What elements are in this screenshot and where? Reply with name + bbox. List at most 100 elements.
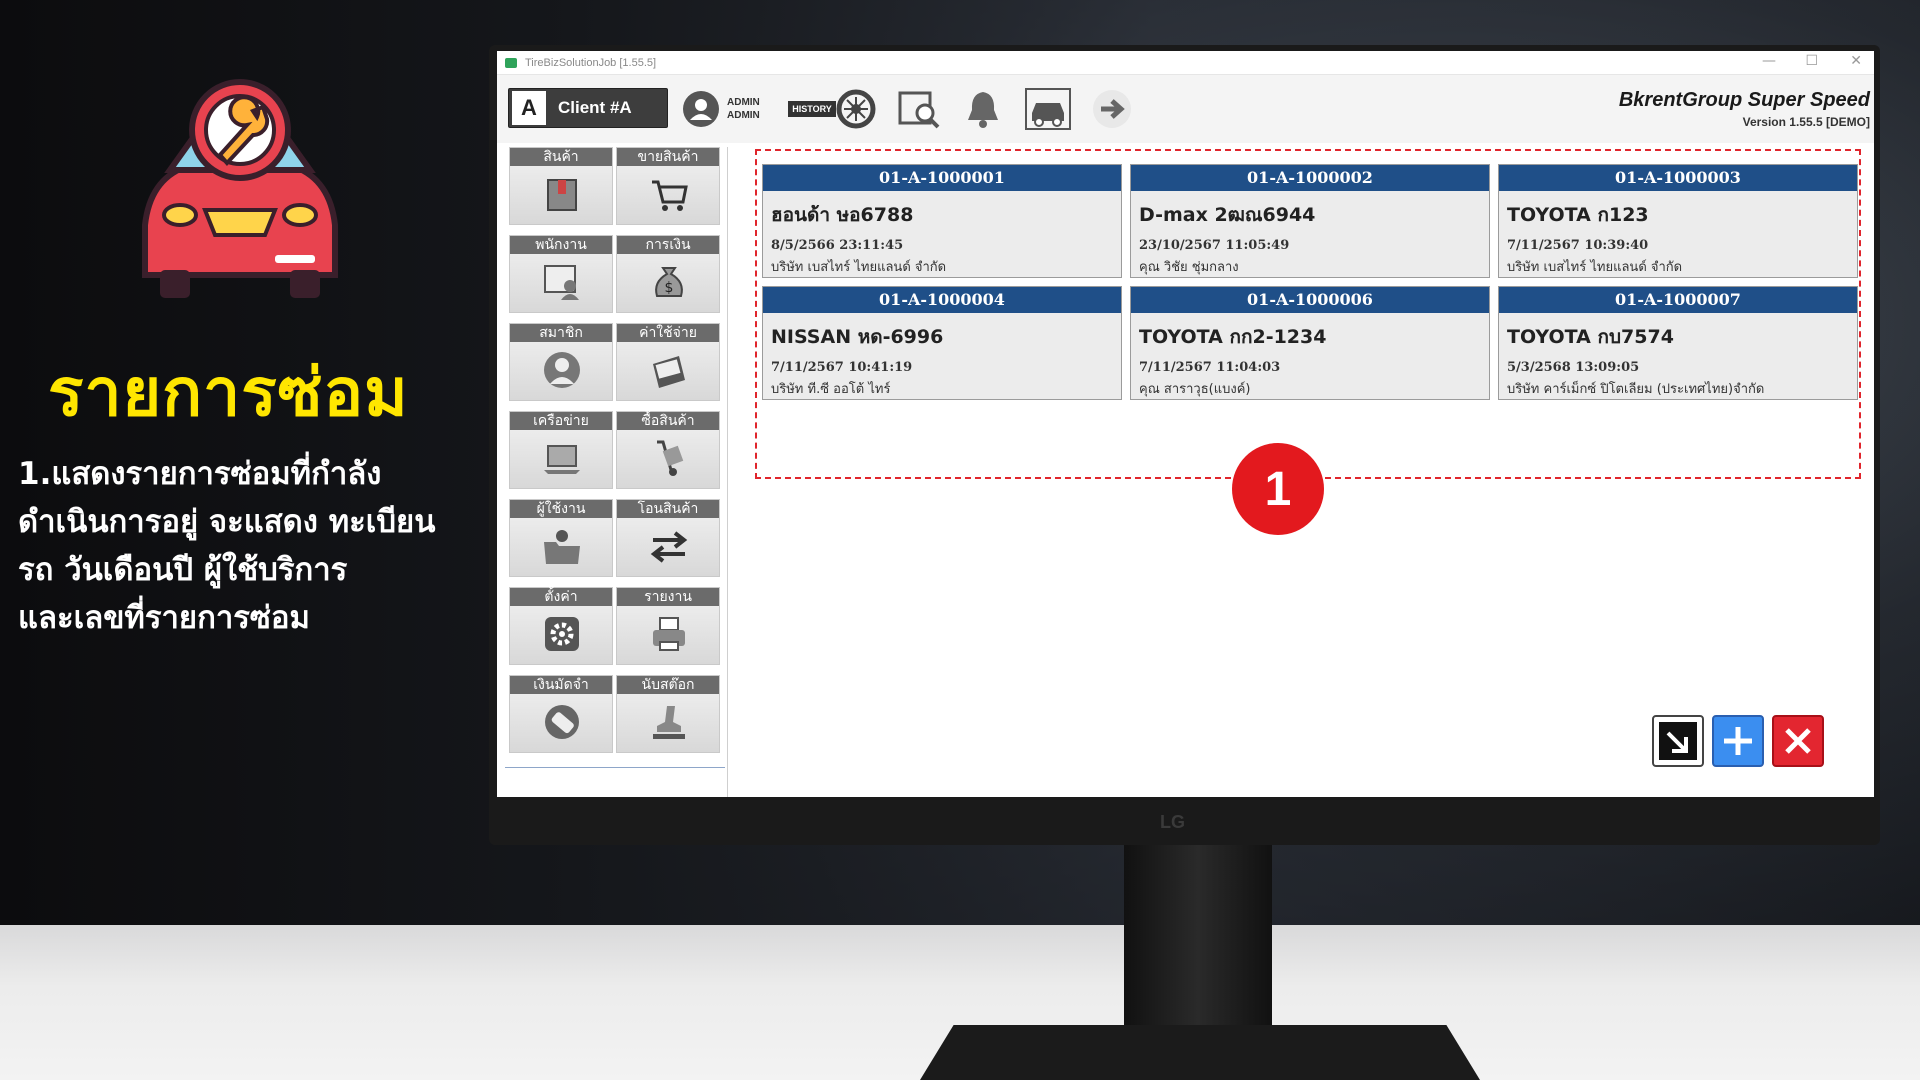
client-label: Client #A <box>558 98 632 117</box>
monitor-stand-neck <box>1124 845 1272 1045</box>
job-plate: TOYOTA กก2-1234 <box>1139 326 1327 348</box>
sidebar-item-reports[interactable]: รายงาน <box>616 587 720 665</box>
job-customer: บริษัท คาร์เม็กซ์ ปิโตเลียม (ประเทศไทย)จ… <box>1507 382 1765 397</box>
job-plate: TOYOTA ก123 <box>1507 204 1649 226</box>
sidebar-item-transfer[interactable]: โอนสินค้า <box>616 499 720 577</box>
promo-desc-line: และเลขที่รายการซ่อม <box>18 600 310 636</box>
sidebar-item-label: พนักงาน <box>510 236 612 254</box>
promo-title: รายการซ่อม <box>48 354 409 431</box>
money-bag-icon: $ <box>649 262 689 302</box>
job-id: 01-A-1000007 <box>1499 287 1857 313</box>
sidebar-item-label: นับสต๊อก <box>617 676 719 694</box>
monitor-brand-logo: LG <box>1160 812 1185 832</box>
history-label: HISTORY <box>788 101 836 117</box>
history-button[interactable]: HISTORY <box>787 87 877 131</box>
user-role: ADMIN <box>727 110 760 121</box>
app-window: TireBizSolutionJob [1.55.5] — ☐ ✕ A Clie… <box>497 51 1874 797</box>
sidebar-item-users[interactable]: ผู้ใช้งาน <box>509 499 613 577</box>
sidebar-item-label: เงินมัดจำ <box>510 676 612 694</box>
job-id: 01-A-1000003 <box>1499 165 1857 191</box>
export-icon <box>1659 722 1697 760</box>
job-card[interactable]: 01-A-1000004 NISSAN หด-6996 7/11/2567 10… <box>762 286 1122 400</box>
job-customer: บริษัท ที.ซี ออโต้ ไทร์ <box>771 382 891 397</box>
job-date: 7/11/2567 10:41:19 <box>771 360 913 375</box>
member-icon <box>542 350 582 390</box>
job-card[interactable]: 01-A-1000007 TOYOTA กบ7574 5/3/2568 13:0… <box>1498 286 1858 400</box>
job-card[interactable]: 01-A-1000001 ฮอนด้า ษอ6788 8/5/2566 23:1… <box>762 164 1122 278</box>
promo-desc-line: รถ วันเดือนปี ผู้ใช้บริการ <box>18 552 348 588</box>
user-info: ADMIN ADMIN <box>727 96 760 122</box>
monitor-stand-base <box>920 1025 1480 1080</box>
hand-truck-icon <box>649 438 689 478</box>
job-date: 7/11/2567 10:39:40 <box>1507 238 1649 253</box>
job-list-panel: 01-A-1000001 ฮอนด้า ษอ6788 8/5/2566 23:1… <box>732 147 1874 797</box>
sidebar-item-network[interactable]: เครือข่าย <box>509 411 613 489</box>
printer-icon <box>649 614 689 654</box>
brand-version: Version 1.55.5 [DEMO] <box>1742 115 1870 129</box>
job-id: 01-A-1000006 <box>1131 287 1489 313</box>
sidebar-divider <box>505 767 725 768</box>
employee-icon <box>542 262 582 302</box>
wallet-icon <box>649 350 689 390</box>
settings-icon <box>542 614 582 654</box>
promo-desc-line: ดำเนินการอยู่ จะแสดง ทะเบียน <box>18 504 436 540</box>
svg-text:$: $ <box>665 280 674 296</box>
brand-title: BkrentGroup Super Speed <box>1618 89 1870 111</box>
sidebar-item-label: ขายสินค้า <box>617 148 719 166</box>
job-card[interactable]: 01-A-1000003 TOYOTA ก123 7/11/2567 10:39… <box>1498 164 1858 278</box>
user-avatar-icon[interactable] <box>683 91 719 127</box>
sidebar-item-label: ตั้งค่า <box>510 588 612 606</box>
sidebar-item-sales[interactable]: ขายสินค้า <box>616 147 720 225</box>
car-service-icon[interactable] <box>1023 87 1073 131</box>
job-plate: D-max 2ฒณ6944 <box>1139 204 1316 226</box>
job-customer: บริษัท เบสไทร์ ไทยแลนด์ จำกัด <box>1507 260 1683 275</box>
job-card[interactable]: 01-A-1000006 TOYOTA กก2-1234 7/11/2567 1… <box>1130 286 1490 400</box>
close-icon <box>1785 728 1811 754</box>
sidebar-item-deposit[interactable]: เงินมัดจำ <box>509 675 613 753</box>
maximize-icon[interactable]: ☐ <box>1805 53 1818 69</box>
bell-icon[interactable] <box>961 87 1005 131</box>
sidebar-item-stock-count[interactable]: นับสต๊อก <box>616 675 720 753</box>
toolbar: A Client #A ADMIN ADMIN HISTORY BkrentGr… <box>497 75 1874 143</box>
sidebar-item-label: เครือข่าย <box>510 412 612 430</box>
box-icon <box>542 174 582 214</box>
sidebar-item-finance[interactable]: การเงิน $ <box>616 235 720 313</box>
promo-description: 1.แสดงรายการซ่อมที่กำลัง ดำเนินการอยู่ จ… <box>18 450 478 642</box>
job-date: 5/3/2568 13:09:05 <box>1507 360 1640 375</box>
client-badge: A <box>512 91 546 125</box>
sidebar-item-employees[interactable]: พนักงาน <box>509 235 613 313</box>
cart-icon <box>649 174 689 214</box>
plus-icon <box>1724 727 1752 755</box>
stamp-icon <box>649 702 689 742</box>
close-button[interactable] <box>1772 715 1824 767</box>
sidebar: สินค้า ขายสินค้า พนักงาน การเงิน $ สมาชิ… <box>501 147 728 797</box>
add-job-button[interactable] <box>1712 715 1764 767</box>
export-button[interactable] <box>1652 715 1704 767</box>
sidebar-item-label: โอนสินค้า <box>617 500 719 518</box>
client-selector-button[interactable]: A Client #A <box>508 88 668 128</box>
close-window-icon[interactable]: ✕ <box>1850 53 1862 69</box>
user-folder-icon <box>542 526 582 566</box>
job-customer: คุณ สาราวุธ(แบงค์) <box>1139 382 1251 397</box>
job-card[interactable]: 01-A-1000002 D-max 2ฒณ6944 23/10/2567 11… <box>1130 164 1490 278</box>
arrow-right-icon[interactable] <box>1089 87 1135 131</box>
sidebar-item-purchase[interactable]: ซื้อสินค้า <box>616 411 720 489</box>
sidebar-item-settings[interactable]: ตั้งค่า <box>509 587 613 665</box>
job-customer: บริษัท เบสไทร์ ไทยแลนด์ จำกัด <box>771 260 947 275</box>
sidebar-item-products[interactable]: สินค้า <box>509 147 613 225</box>
app-icon <box>505 57 517 68</box>
job-plate: ฮอนด้า ษอ6788 <box>771 204 914 226</box>
car-repair-wrench-icon <box>125 75 355 310</box>
tire-icon <box>836 89 876 129</box>
sidebar-item-label: รายงาน <box>617 588 719 606</box>
job-id: 01-A-1000002 <box>1131 165 1489 191</box>
job-date: 7/11/2567 11:04:03 <box>1139 360 1281 375</box>
sidebar-item-label: ซื้อสินค้า <box>617 412 719 430</box>
sidebar-item-label: ค่าใช้จ่าย <box>617 324 719 342</box>
job-plate: NISSAN หด-6996 <box>771 326 944 348</box>
minimize-icon[interactable]: — <box>1762 53 1776 69</box>
promo-desc-line: 1.แสดงรายการซ่อมที่กำลัง <box>18 456 382 492</box>
sidebar-item-members[interactable]: สมาชิก <box>509 323 613 401</box>
sidebar-item-expenses[interactable]: ค่าใช้จ่าย <box>616 323 720 401</box>
search-document-icon[interactable] <box>895 87 943 131</box>
